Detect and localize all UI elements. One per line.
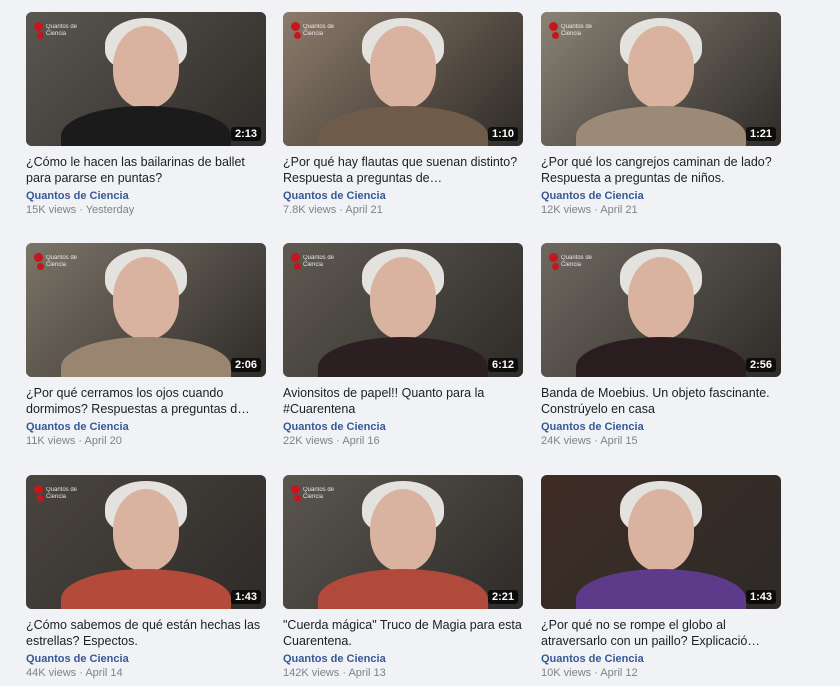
video-thumbnail[interactable]: Quantos de Ciencia 1:10 xyxy=(283,12,523,146)
view-count: 15K views xyxy=(26,204,77,216)
view-count: 11K views xyxy=(26,435,76,447)
person-face xyxy=(628,489,694,571)
video-thumbnail[interactable]: Quantos de Ciencia 1:43 xyxy=(26,475,266,609)
duration-badge: 1:43 xyxy=(230,590,261,604)
channel-logo-text: Quantos de Ciencia xyxy=(46,487,78,500)
channel-logo: Quantos de Ciencia xyxy=(549,251,595,277)
video-card[interactable]: Quantos de Ciencia 1:21 ¿Por qué los can… xyxy=(541,12,781,217)
channel-logo: Quantos de Ciencia xyxy=(291,483,337,509)
duration-badge: 1:10 xyxy=(487,127,518,141)
video-grid: Quantos de Ciencia 2:13 ¿Cómo le hacen l… xyxy=(0,0,840,686)
video-title[interactable]: Avionsitos de papel!! Quanto para la #Cu… xyxy=(283,385,523,417)
person-face xyxy=(628,257,694,339)
upload-date: April 14 xyxy=(85,667,123,679)
person-face xyxy=(113,257,179,339)
channel-link[interactable]: Quantos de Ciencia xyxy=(283,189,523,203)
upload-date: April 13 xyxy=(348,667,386,679)
video-title[interactable]: ¿Cómo le hacen las bailarinas de ballet … xyxy=(26,154,266,186)
video-title[interactable]: ¿Por qué no se rompe el globo al atraver… xyxy=(541,617,781,649)
video-card[interactable]: Quantos de Ciencia 2:56 Banda de Moebius… xyxy=(541,243,781,448)
video-meta: 12K views · April 21 xyxy=(541,203,781,217)
upload-date: April 21 xyxy=(345,204,383,216)
video-meta: 24K views · April 15 xyxy=(541,434,781,448)
channel-logo: Quantos de Ciencia xyxy=(291,251,337,277)
video-card[interactable]: Quantos de Ciencia 1:43 ¿Cómo sabemos de… xyxy=(26,475,266,680)
channel-link[interactable]: Quantos de Ciencia xyxy=(26,652,266,666)
video-title[interactable]: Banda de Moebius. Un objeto fascinante. … xyxy=(541,385,781,417)
duration-badge: 2:56 xyxy=(745,358,776,372)
video-thumbnail[interactable]: Quantos de Ciencia 2:56 xyxy=(541,243,781,377)
channel-link[interactable]: Quantos de Ciencia xyxy=(541,189,781,203)
duration-badge: 1:43 xyxy=(745,590,776,604)
video-thumbnail[interactable]: Quantos de Ciencia 6:12 xyxy=(283,243,523,377)
view-count: 12K views xyxy=(541,204,592,216)
channel-link[interactable]: Quantos de Ciencia xyxy=(26,189,266,203)
video-thumbnail[interactable]: Quantos de Ciencia 2:21 xyxy=(283,475,523,609)
video-title[interactable]: ¿Cómo sabemos de qué están hechas las es… xyxy=(26,617,266,649)
video-thumbnail[interactable]: Quantos de Ciencia 2:13 xyxy=(26,12,266,146)
channel-logo-text: Quantos de Ciencia xyxy=(561,24,593,37)
video-thumbnail[interactable]: Quantos de Ciencia 2:06 xyxy=(26,243,266,377)
video-title[interactable]: ¿Por qué hay flautas que suenan distinto… xyxy=(283,154,523,186)
view-count: 44K views xyxy=(26,667,77,679)
duration-badge: 2:13 xyxy=(230,127,261,141)
video-card[interactable]: 1:43 ¿Por qué no se rompe el globo al at… xyxy=(541,475,781,680)
video-card[interactable]: Quantos de Ciencia 2:06 ¿Por qué cerramo… xyxy=(26,243,266,448)
channel-logo-text: Quantos de Ciencia xyxy=(303,24,335,37)
video-meta: 10K views · April 12 xyxy=(541,666,781,680)
channel-logo-text: Quantos de Ciencia xyxy=(303,255,335,268)
channel-logo-text: Quantos de Ciencia xyxy=(46,255,78,268)
channel-link[interactable]: Quantos de Ciencia xyxy=(26,420,266,434)
view-count: 22K views xyxy=(283,435,334,447)
duration-badge: 2:21 xyxy=(487,590,518,604)
view-count: 7.8K views xyxy=(283,204,337,216)
upload-date: Yesterday xyxy=(85,204,135,216)
channel-link[interactable]: Quantos de Ciencia xyxy=(283,652,523,666)
upload-date: April 15 xyxy=(600,435,638,447)
video-thumbnail[interactable]: 1:43 xyxy=(541,475,781,609)
person-face xyxy=(113,26,179,108)
video-title[interactable]: ¿Por qué los cangrejos caminan de lado? … xyxy=(541,154,781,186)
video-meta: 15K views · Yesterday xyxy=(26,203,266,217)
channel-logo: Quantos de Ciencia xyxy=(34,20,80,46)
video-meta: 44K views · April 14 xyxy=(26,666,266,680)
video-card[interactable]: Quantos de Ciencia 6:12 Avionsitos de pa… xyxy=(283,243,523,448)
video-title[interactable]: "Cuerda mágica" Truco de Magia para esta… xyxy=(283,617,523,649)
channel-logo-text: Quantos de Ciencia xyxy=(303,487,335,500)
duration-badge: 6:12 xyxy=(487,358,518,372)
channel-logo-text: Quantos de Ciencia xyxy=(46,24,78,37)
person-face xyxy=(370,26,436,108)
person-face xyxy=(370,489,436,571)
channel-link[interactable]: Quantos de Ciencia xyxy=(283,420,523,434)
video-card[interactable]: Quantos de Ciencia 1:10 ¿Por qué hay fla… xyxy=(283,12,523,217)
video-meta: 11K views · April 20 xyxy=(26,434,266,448)
video-card[interactable]: Quantos de Ciencia 2:21 "Cuerda mágica" … xyxy=(283,475,523,680)
view-count: 24K views xyxy=(541,435,592,447)
view-count: 142K views xyxy=(283,667,340,679)
person-face xyxy=(370,257,436,339)
duration-badge: 2:06 xyxy=(230,358,261,372)
channel-link[interactable]: Quantos de Ciencia xyxy=(541,420,781,434)
video-thumbnail[interactable]: Quantos de Ciencia 1:21 xyxy=(541,12,781,146)
video-title[interactable]: ¿Por qué cerramos los ojos cuando dormim… xyxy=(26,385,266,417)
duration-badge: 1:21 xyxy=(745,127,776,141)
upload-date: April 12 xyxy=(600,667,638,679)
channel-logo: Quantos de Ciencia xyxy=(34,483,80,509)
upload-date: April 16 xyxy=(342,435,380,447)
view-count: 10K views xyxy=(541,667,592,679)
person-face xyxy=(628,26,694,108)
upload-date: April 21 xyxy=(600,204,638,216)
video-card[interactable]: Quantos de Ciencia 2:13 ¿Cómo le hacen l… xyxy=(26,12,266,217)
video-meta: 7.8K views · April 21 xyxy=(283,203,523,217)
channel-link[interactable]: Quantos de Ciencia xyxy=(541,652,781,666)
channel-logo: Quantos de Ciencia xyxy=(549,20,595,46)
video-meta: 22K views · April 16 xyxy=(283,434,523,448)
channel-logo: Quantos de Ciencia xyxy=(291,20,337,46)
upload-date: April 20 xyxy=(84,435,122,447)
channel-logo-text: Quantos de Ciencia xyxy=(561,255,593,268)
channel-logo: Quantos de Ciencia xyxy=(34,251,80,277)
person-face xyxy=(113,489,179,571)
video-meta: 142K views · April 13 xyxy=(283,666,523,680)
